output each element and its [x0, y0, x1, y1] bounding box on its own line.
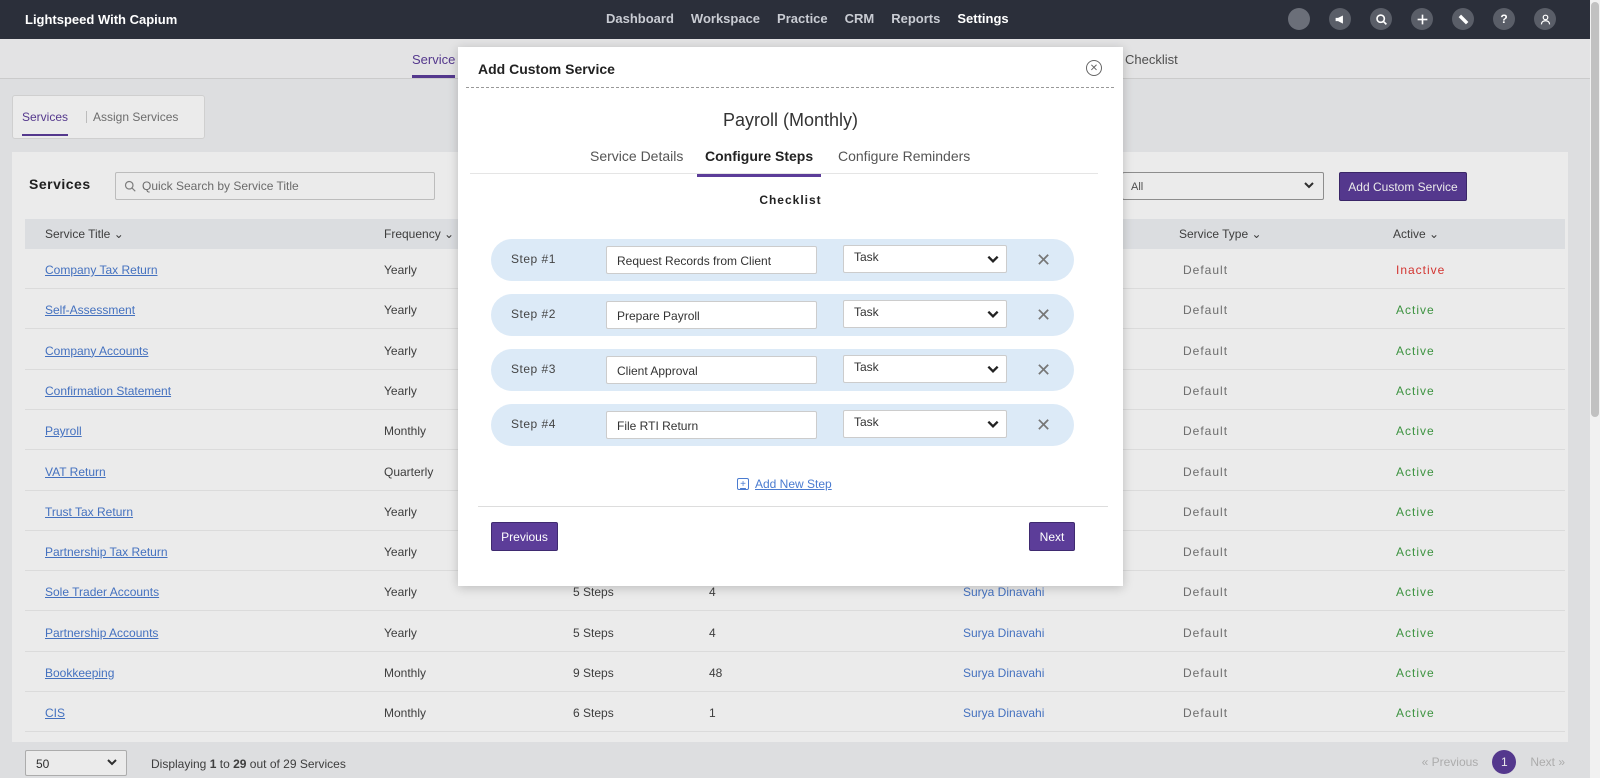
- modal-title: Add Custom Service: [478, 61, 615, 77]
- step-label: Step #1: [511, 252, 556, 266]
- page-scrollbar[interactable]: [1590, 0, 1600, 778]
- remove-step-icon[interactable]: ✕: [1036, 361, 1051, 379]
- step-type-select[interactable]: Task: [843, 300, 1007, 328]
- step-type-select[interactable]: Task: [843, 355, 1007, 383]
- add-new-step-label: Add New Step: [755, 477, 832, 491]
- step-name-input[interactable]: Client Approval: [606, 356, 817, 384]
- service-name: Payroll (Monthly): [722, 110, 859, 130]
- modal-divider: [466, 87, 1114, 88]
- modal-footer-divider: [478, 506, 1108, 507]
- remove-step-icon[interactable]: ✕: [1036, 251, 1051, 269]
- tab-service-details[interactable]: Service Details: [590, 148, 683, 164]
- step-name-input[interactable]: Prepare Payroll: [606, 301, 817, 329]
- step-name-input[interactable]: Request Records from Client: [606, 246, 817, 274]
- nav-icons: ?: [1288, 8, 1556, 30]
- nav-workspace[interactable]: Workspace: [691, 11, 760, 26]
- next-button[interactable]: Next: [1029, 522, 1075, 551]
- step-type-select[interactable]: Task: [843, 410, 1007, 438]
- step-label: Step #4: [511, 417, 556, 431]
- step-type-value: Task: [854, 415, 879, 429]
- top-nav: Lightspeed With Capium Dashboard Workspa…: [0, 0, 1600, 39]
- previous-button[interactable]: Previous: [491, 522, 558, 551]
- nav-practice[interactable]: Practice: [777, 11, 828, 26]
- step-row: Step #4 File RTI Return Task ✕: [491, 404, 1074, 446]
- step-row: Step #3 Client Approval Task ✕: [491, 349, 1074, 391]
- step-row: Step #1 Request Records from Client Task ✕: [491, 239, 1074, 281]
- plus-icon[interactable]: [1411, 8, 1433, 30]
- step-type-value: Task: [854, 360, 879, 374]
- help-icon[interactable]: ?: [1493, 8, 1515, 30]
- step-label: Step #2: [511, 307, 556, 321]
- announcement-icon[interactable]: [1329, 8, 1351, 30]
- nav-dashboard[interactable]: Dashboard: [606, 11, 674, 26]
- tab-configure-steps[interactable]: Configure Steps: [697, 148, 822, 177]
- chevron-down-icon: [987, 420, 999, 428]
- step-type-value: Task: [854, 250, 879, 264]
- brand-logo[interactable]: Lightspeed With Capium: [25, 12, 177, 27]
- status-dot-icon[interactable]: [1288, 8, 1310, 30]
- ticket-icon[interactable]: [1452, 8, 1474, 30]
- nav-settings[interactable]: Settings: [957, 11, 1008, 26]
- plus-square-icon: +: [737, 478, 749, 490]
- modal-tabs: Service Details Configure Steps Configur…: [470, 141, 1098, 177]
- main-menu: Dashboard Workspace Practice CRM Reports…: [606, 11, 1009, 26]
- remove-step-icon[interactable]: ✕: [1036, 306, 1051, 324]
- step-type-value: Task: [854, 305, 879, 319]
- search-icon[interactable]: [1370, 8, 1392, 30]
- step-type-select[interactable]: Task: [843, 245, 1007, 273]
- step-row: Step #2 Prepare Payroll Task ✕: [491, 294, 1074, 336]
- chevron-down-icon: [987, 365, 999, 373]
- step-name-input[interactable]: File RTI Return: [606, 411, 817, 439]
- add-custom-service-modal: Add Custom Service ✕ Payroll (Monthly) S…: [458, 47, 1123, 586]
- nav-crm[interactable]: CRM: [845, 11, 875, 26]
- chevron-down-icon: [987, 310, 999, 318]
- tab-configure-reminders[interactable]: Configure Reminders: [838, 148, 970, 164]
- scrollbar-thumb[interactable]: [1591, 2, 1599, 417]
- chevron-down-icon: [987, 255, 999, 263]
- close-icon[interactable]: ✕: [1086, 60, 1102, 76]
- add-new-step-link[interactable]: + Add New Step: [737, 477, 832, 491]
- remove-step-icon[interactable]: ✕: [1036, 416, 1051, 434]
- step-label: Step #3: [511, 362, 556, 376]
- checklist-label: Checklist: [759, 193, 822, 207]
- nav-reports[interactable]: Reports: [891, 11, 940, 26]
- user-icon[interactable]: [1534, 8, 1556, 30]
